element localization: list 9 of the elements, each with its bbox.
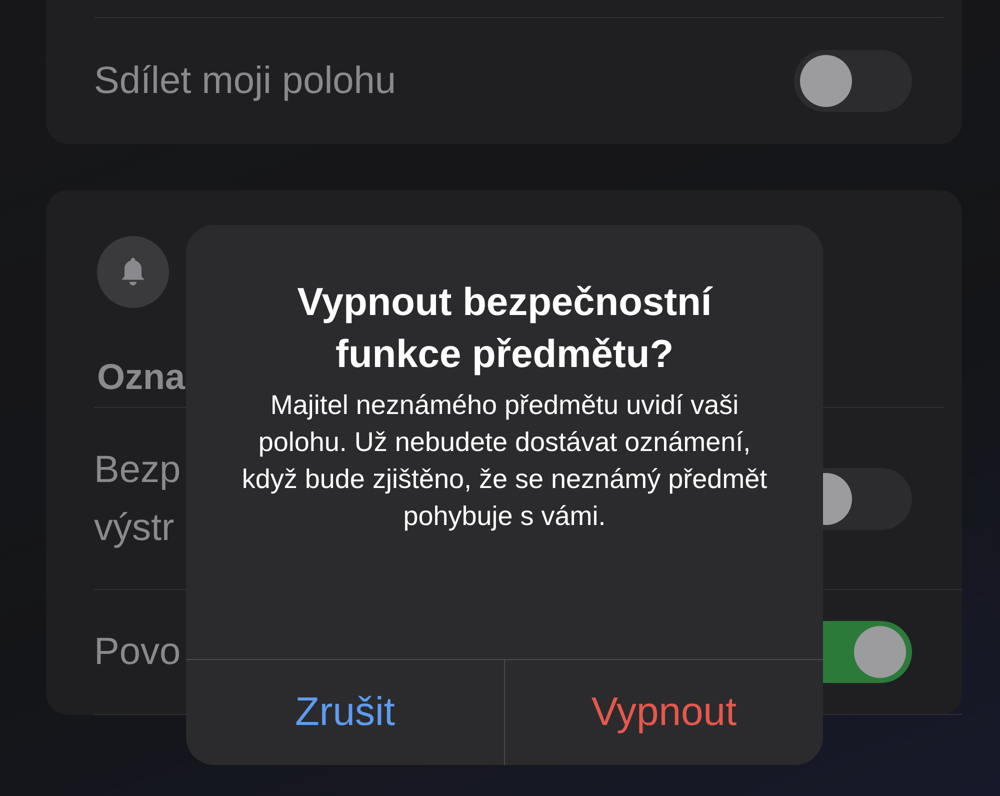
- section-title: Ozna: [97, 356, 186, 398]
- alert-title: Vypnout bezpečnostní funkce předmětu?: [296, 280, 714, 378]
- setting-label: Bezp: [94, 448, 181, 492]
- cancel-button[interactable]: Zrušit: [186, 660, 504, 765]
- confirm-button[interactable]: Vypnout: [504, 660, 823, 765]
- setting-label: Sdílet moji polohu: [94, 59, 396, 104]
- alert-message: Majitel neznámého předmětu uvidí vaši polohu. Už nebudete dostávat oznámení, když bude zjištěno, že se neznámý předmět pohybuje s vámi.: [240, 389, 768, 533]
- setting-label: výstr: [94, 506, 176, 550]
- setting-label: Povo: [94, 630, 181, 675]
